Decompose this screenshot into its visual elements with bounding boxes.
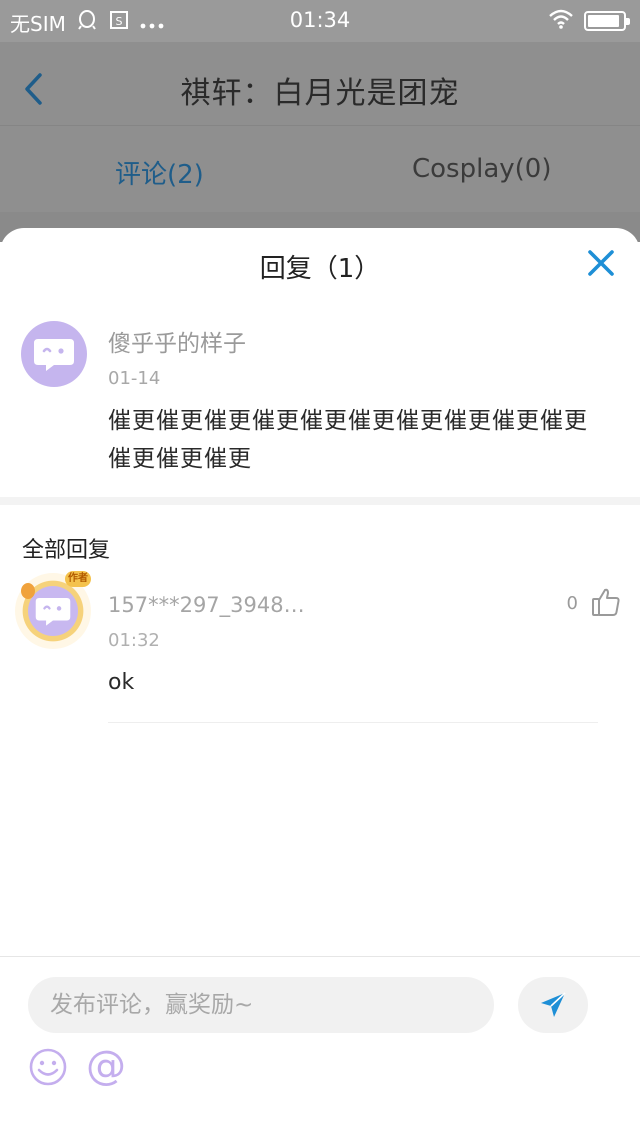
reply-author[interactable]: 157***297_3948…: [108, 593, 305, 617]
background-page: 祺轩：白月光是团宠 评论(2) Cosplay(0): [0, 42, 640, 242]
comment-input[interactable]: [28, 977, 494, 1033]
reply-sheet: 回复（1） 傻乎乎的样子 01-14 催更催更催更催更催更催更催更催更催更催更催…: [0, 228, 640, 1138]
reply-text: ok: [108, 670, 135, 695]
battery-level: [588, 15, 619, 27]
comment-date: 01-14: [108, 368, 161, 389]
tab-bar: 评论(2) Cosplay(0): [0, 126, 640, 212]
send-icon: [541, 992, 566, 1017]
emoji-icon: [29, 1048, 67, 1086]
wifi-icon: [548, 9, 574, 33]
send-button[interactable]: [518, 977, 588, 1033]
tab-cosplay[interactable]: Cosplay(0): [412, 154, 551, 184]
section-divider: [0, 497, 640, 505]
like-count: 0: [566, 593, 578, 614]
thumbs-up-icon: [592, 588, 620, 616]
comment-author[interactable]: 傻乎乎的样子: [108, 324, 246, 358]
status-right: [548, 9, 630, 33]
page-title: 祺轩：白月光是团宠: [180, 76, 460, 111]
tab-comments[interactable]: 评论(2): [115, 154, 204, 191]
comment-composer: @: [0, 956, 640, 1138]
balloon-decoration: [21, 583, 35, 599]
like-button[interactable]: [590, 586, 622, 618]
close-icon: [588, 250, 614, 276]
sheet-title: 回复（1）: [259, 254, 381, 284]
all-replies-heading: 全部回复: [22, 538, 111, 563]
reply-date: 01:32: [108, 630, 160, 651]
page-header: 祺轩：白月光是团宠: [0, 42, 640, 126]
clock: 01:34: [289, 8, 351, 32]
close-button[interactable]: [586, 248, 616, 278]
chat-bubble-icon: [34, 339, 74, 371]
author-frame-badge: 作者: [65, 571, 91, 587]
emoji-button[interactable]: [28, 1047, 68, 1087]
comment-text: 催更催更催更催更催更催更催更催更催更催更催更催更催更: [108, 408, 588, 472]
status-bar: 无SIM S 01:34: [0, 0, 640, 42]
reply-avatar[interactable]: 作者: [15, 571, 91, 649]
chat-bubble-icon: [35, 598, 71, 626]
battery-icon: [584, 11, 630, 31]
avatar[interactable]: [21, 321, 87, 387]
reply-divider: [108, 722, 598, 723]
at-icon[interactable]: @: [86, 1044, 126, 1088]
